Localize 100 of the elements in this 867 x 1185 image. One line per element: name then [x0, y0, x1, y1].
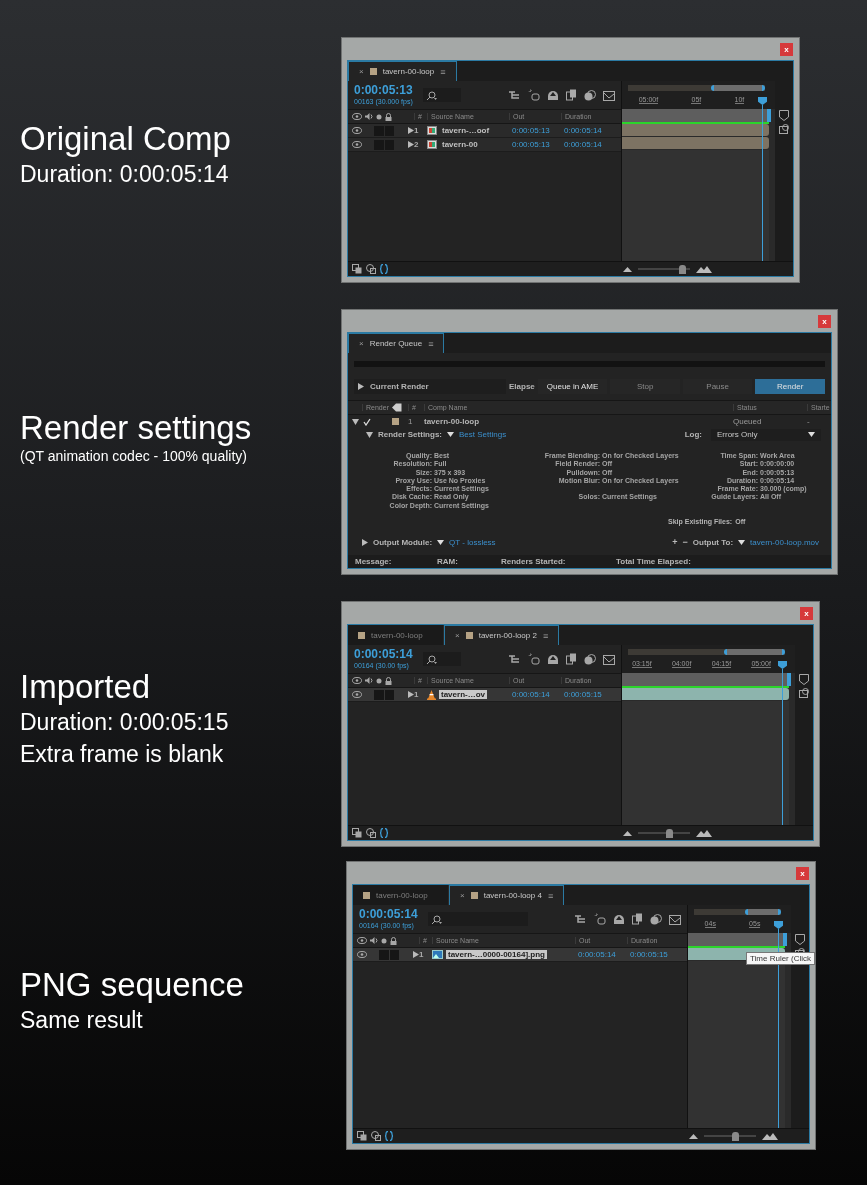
braces-icon[interactable]	[380, 264, 388, 274]
discs-icon[interactable]	[584, 89, 596, 101]
zoom-slider[interactable]	[638, 264, 690, 274]
caret-icon[interactable]	[447, 432, 454, 437]
eye-icon[interactable]	[352, 691, 362, 698]
layers-icon[interactable]	[352, 828, 362, 838]
marker-icon[interactable]	[795, 934, 805, 945]
slider-thumb[interactable]	[732, 1132, 740, 1141]
comp-button-icon[interactable]	[798, 688, 810, 698]
panel-menu-button[interactable]: ≡	[547, 890, 554, 901]
upload-icon[interactable]	[613, 914, 625, 924]
output-file-link[interactable]: tavern-00-loop.mov	[750, 537, 819, 547]
log-dropdown[interactable]: Errors Only	[711, 428, 821, 441]
zoom-out-icon[interactable]	[623, 266, 632, 272]
current-timecode[interactable]: 0:00:05:13	[354, 84, 413, 97]
close-button[interactable]: x	[780, 42, 793, 56]
film-stack-icon[interactable]	[566, 653, 577, 665]
caret-icon[interactable]	[437, 539, 445, 545]
toggle-box[interactable]	[373, 689, 384, 700]
render-button[interactable]: Render	[755, 378, 825, 394]
layer-row[interactable]: 1 tavern-…0000-00164].png 0:00:05:14 0:00:05:15	[353, 948, 687, 962]
braces-icon[interactable]	[385, 1131, 393, 1141]
eye-icon[interactable]	[352, 677, 362, 684]
eye-icon[interactable]	[352, 113, 362, 120]
remove-button[interactable]: −	[682, 537, 688, 548]
eye-icon[interactable]	[352, 127, 362, 134]
slider-thumb[interactable]	[679, 265, 687, 274]
zoom-in-icon[interactable]	[762, 1132, 778, 1140]
upload-icon[interactable]	[547, 90, 559, 100]
flowchart-icon[interactable]	[575, 914, 587, 924]
tab-close-button[interactable]: ×	[460, 891, 465, 900]
work-area-bar[interactable]	[628, 85, 765, 91]
overlap-icon[interactable]	[366, 828, 376, 838]
tab-close-button[interactable]: ×	[359, 339, 364, 348]
zoom-slider[interactable]	[704, 1131, 756, 1141]
eye-icon[interactable]	[357, 937, 367, 944]
film-stack-icon[interactable]	[566, 89, 577, 101]
comp-button-icon[interactable]	[778, 124, 790, 134]
search-field[interactable]	[422, 88, 461, 102]
overlap-icon[interactable]	[371, 1131, 381, 1141]
caret-icon[interactable]	[808, 432, 815, 437]
current-timecode[interactable]: 0:00:05:14	[359, 908, 418, 921]
flowchart-icon[interactable]	[509, 90, 521, 100]
search-field[interactable]	[422, 652, 461, 666]
panel-menu-button[interactable]: ≡	[428, 338, 434, 349]
composition-tab[interactable]: × tavern-00-loop 2 ≡	[444, 625, 560, 645]
zoom-out-icon[interactable]	[689, 1133, 698, 1139]
render-settings-link[interactable]: Best Settings	[459, 430, 507, 439]
zoom-in-icon[interactable]	[696, 265, 712, 273]
current-timecode[interactable]: 0:00:05:14	[354, 648, 413, 661]
work-area-bar[interactable]	[694, 909, 781, 915]
film-stack-icon[interactable]	[632, 913, 643, 925]
composition-tab[interactable]: × tavern-00-loop ≡	[348, 61, 457, 81]
panel-menu-button[interactable]: ≡	[542, 630, 549, 641]
queue-item-row[interactable]: 1 tavern-00-loop Queued -	[348, 415, 831, 428]
layer-row[interactable]: 1 tavern-…ov 0:00:05:14 0:00:05:15	[348, 688, 621, 702]
zoom-out-icon[interactable]	[623, 830, 632, 836]
work-area-range[interactable]	[744, 909, 781, 915]
flowchart-icon[interactable]	[509, 654, 521, 664]
expand-icon[interactable]	[358, 382, 364, 390]
toggle-box[interactable]	[389, 949, 400, 960]
slider-thumb[interactable]	[666, 829, 674, 838]
layers-icon[interactable]	[352, 264, 362, 274]
discs-icon[interactable]	[584, 653, 596, 665]
zoom-slider[interactable]	[638, 828, 690, 838]
caret-icon[interactable]	[738, 539, 746, 545]
tab-close-button[interactable]: ×	[359, 67, 364, 76]
output-module-link[interactable]: QT - lossless	[449, 537, 496, 547]
eye-icon[interactable]	[352, 141, 362, 148]
braces-icon[interactable]	[380, 828, 388, 838]
add-button[interactable]: +	[672, 537, 678, 548]
render-checkbox[interactable]	[362, 416, 372, 427]
panel-menu-button[interactable]: ≡	[440, 66, 446, 77]
close-button[interactable]: x	[800, 606, 813, 620]
panel-tab[interactable]: × Render Queue ≡	[348, 333, 445, 353]
upload-icon[interactable]	[547, 654, 559, 664]
marker-icon[interactable]	[779, 110, 789, 121]
close-button[interactable]: x	[796, 866, 809, 880]
layer-row[interactable]: 1 tavern-…oof 0:00:05:13 0:00:05:14	[348, 124, 621, 138]
toggle-box[interactable]	[384, 689, 395, 700]
tab-close-button[interactable]: ×	[455, 631, 460, 640]
search-field[interactable]	[427, 912, 528, 926]
layer-number: 1	[414, 690, 420, 699]
work-area-bar[interactable]	[628, 649, 785, 655]
zoom-in-icon[interactable]	[696, 829, 712, 837]
toggle-box[interactable]	[378, 949, 389, 960]
layer-row[interactable]: 2 tavern-00 0:00:05:13 0:00:05:14	[348, 138, 621, 152]
playhead[interactable]	[778, 661, 787, 825]
playhead[interactable]	[758, 97, 767, 261]
overlap-icon[interactable]	[366, 264, 376, 274]
current-render-bar[interactable]: Current Render	[354, 378, 506, 394]
eye-icon[interactable]	[357, 951, 367, 958]
expand-icon[interactable]	[362, 538, 368, 546]
composition-tab[interactable]: × tavern-00-loop 4 ≡	[449, 885, 565, 905]
expand-icon[interactable]	[413, 951, 419, 958]
discs-icon[interactable]	[650, 913, 662, 925]
marker-icon[interactable]	[799, 674, 809, 685]
close-button[interactable]: x	[818, 314, 831, 328]
layers-icon[interactable]	[357, 1131, 367, 1141]
expand-icon[interactable]	[408, 691, 414, 698]
